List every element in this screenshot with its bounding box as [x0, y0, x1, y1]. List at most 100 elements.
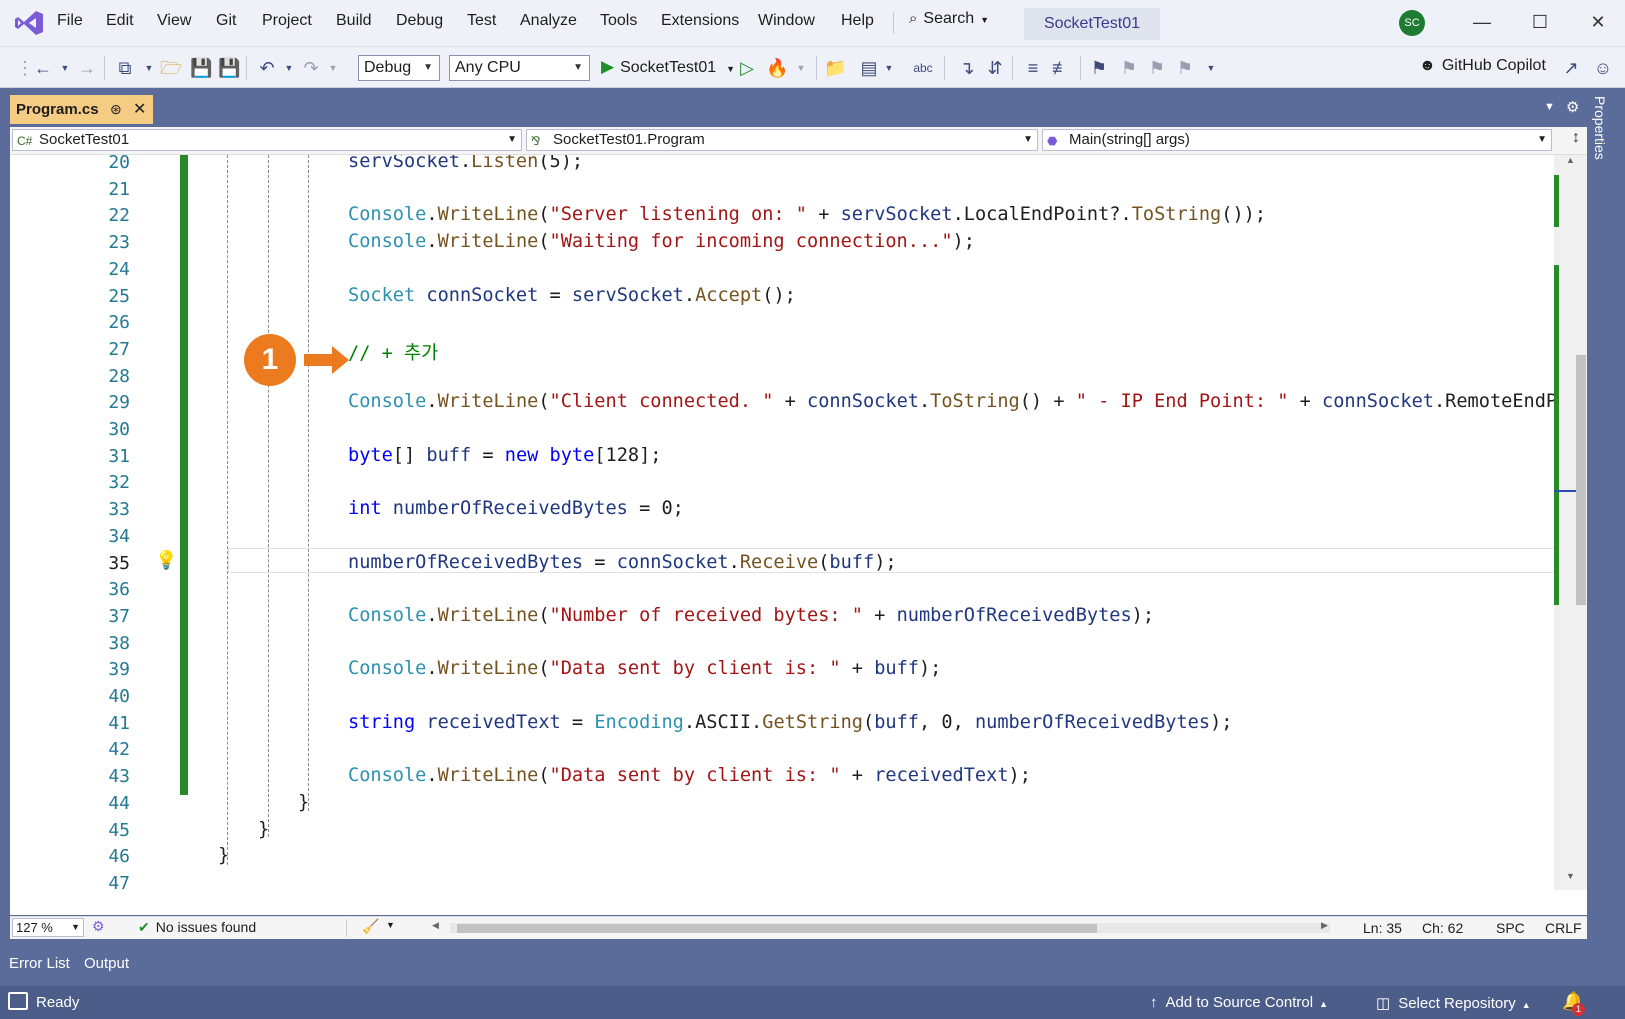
navigate-back-icon[interactable]: ←	[32, 57, 54, 79]
horizontal-scroll-thumb[interactable]	[457, 924, 1097, 933]
menu-build[interactable]: Build	[336, 12, 372, 30]
step-into-icon[interactable]: ↴	[956, 57, 978, 79]
tab-error-list[interactable]: Error List	[9, 955, 70, 972]
line-number: 22	[108, 205, 130, 227]
class-dropdown-value: SocketTest01.Program	[553, 131, 705, 148]
tab-program-cs[interactable]: Program.cs ⊛ ✕	[10, 95, 153, 124]
tab-output[interactable]: Output	[84, 955, 129, 972]
menu-git[interactable]: Git	[216, 12, 236, 30]
hot-reload-icon[interactable]: 🔥	[766, 57, 788, 79]
menu-file[interactable]: File	[57, 12, 83, 30]
menu-test[interactable]: Test	[467, 12, 496, 30]
close-button[interactable]: ✕	[1578, 8, 1618, 36]
issues-indicator[interactable]: ✔ No issues found	[138, 919, 256, 936]
menu-edit[interactable]: Edit	[106, 12, 134, 30]
clear-bookmarks-icon[interactable]: ⚑	[1174, 57, 1196, 79]
previous-bookmark-icon[interactable]: ⚑	[1118, 57, 1140, 79]
line-number: 36	[108, 579, 130, 601]
zoom-select[interactable]: 127 % ▼	[12, 918, 84, 937]
solution-explorer-icon[interactable]: 📁	[824, 57, 846, 79]
bookmark-icon[interactable]: ⚑	[1088, 57, 1110, 79]
spell-check-icon[interactable]: abc	[912, 57, 934, 79]
output-window-icon[interactable]	[8, 992, 28, 1010]
chevron-down-icon[interactable]: ▼	[138, 57, 160, 79]
next-bookmark-icon[interactable]: ⚑	[1146, 57, 1168, 79]
line-indicator[interactable]: Ln: 35	[1363, 920, 1402, 936]
split-editor-icon[interactable]: ↕	[1572, 129, 1580, 147]
chevron-down-icon: ▼	[726, 64, 736, 74]
github-copilot-button[interactable]: ☻ GitHub Copilot	[1419, 57, 1546, 75]
scroll-down-icon[interactable]: ▼	[1566, 871, 1575, 881]
indent-guide	[308, 155, 309, 811]
repository-label: Select Repository	[1398, 995, 1516, 1012]
project-dropdown[interactable]: C# SocketTest01 ▼	[12, 129, 522, 151]
repository-icon: ◫	[1376, 995, 1391, 1012]
title-bar: File Edit View Git Project Build Debug T…	[0, 0, 1625, 47]
source-control-label: Add to Source Control	[1165, 994, 1314, 1011]
save-all-icon[interactable]: 💾	[218, 57, 240, 79]
vertical-scroll-thumb[interactable]	[1576, 355, 1586, 605]
menu-help[interactable]: Help	[841, 12, 874, 30]
chevron-down-icon[interactable]: ▼	[1200, 57, 1222, 79]
member-dropdown[interactable]: ⬣ Main(string[] args) ▼	[1042, 129, 1552, 151]
scroll-up-icon[interactable]: ▲	[1566, 155, 1575, 165]
compare-icon[interactable]: ⇵	[984, 57, 1006, 79]
platform-select[interactable]: Any CPU ▼	[449, 55, 590, 81]
add-to-source-control-button[interactable]: ↑ Add to Source Control ▲	[1150, 994, 1328, 1011]
new-project-icon[interactable]: ⧉	[114, 57, 136, 79]
select-repository-button[interactable]: ◫ Select Repository ▲	[1376, 994, 1531, 1012]
comment-lines-icon[interactable]: ≡	[1022, 57, 1044, 79]
menu-extensions[interactable]: Extensions	[661, 12, 739, 30]
start-without-debugging-icon[interactable]: ▷	[736, 57, 758, 79]
chevron-down-icon[interactable]: ▼	[54, 57, 76, 79]
intellicode-icon[interactable]: ⚙	[92, 918, 105, 935]
maximize-button[interactable]: ☐	[1520, 8, 1560, 36]
code-editor[interactable]: 20 21 22 23 24 25 26 27 28 29 30 31 32 33 34 35 36 37 38 39…	[10, 155, 1587, 915]
open-folder-icon[interactable]: 🗁	[160, 57, 182, 79]
code-line: string receivedText = Encoding.ASCII.Get…	[348, 711, 1233, 733]
scroll-left-icon[interactable]: ◀	[432, 920, 439, 931]
char-indicator[interactable]: Ch: 62	[1422, 920, 1463, 936]
chevron-down-icon[interactable]: ▼	[790, 57, 812, 79]
properties-tab[interactable]: Properties	[1592, 96, 1608, 160]
annotation-badge: 1	[244, 334, 296, 386]
tab-list-dropdown-icon[interactable]: ▼	[1544, 101, 1555, 113]
chevron-down-icon[interactable]: ▼	[386, 920, 395, 930]
scroll-right-icon[interactable]: ▶	[1321, 920, 1328, 931]
toolbar-separator	[104, 56, 105, 80]
menu-debug[interactable]: Debug	[396, 12, 443, 30]
undo-icon[interactable]: ↶	[256, 57, 278, 79]
uncomment-lines-icon[interactable]: ≢	[1050, 57, 1072, 79]
search-button[interactable]: ⌕ Search ▼	[909, 10, 989, 34]
redo-icon[interactable]: ↷	[300, 57, 322, 79]
save-icon[interactable]: 💾	[190, 57, 212, 79]
toolbar-separator	[944, 56, 945, 80]
menu-analyze[interactable]: Analyze	[520, 12, 577, 30]
line-ending-indicator[interactable]: CRLF	[1545, 920, 1582, 936]
avatar[interactable]: SC	[1399, 10, 1425, 36]
pin-icon[interactable]: ⊛	[110, 95, 122, 124]
menu-tools[interactable]: Tools	[600, 12, 637, 30]
status-text: Ready	[36, 994, 80, 1011]
code-line: Console.WriteLine("Number of received by…	[348, 604, 1155, 626]
menu-window[interactable]: Window	[758, 12, 815, 30]
configuration-select[interactable]: Debug ▼	[358, 55, 440, 81]
play-icon: ▶	[601, 57, 615, 76]
minimize-button[interactable]: —	[1462, 8, 1502, 36]
start-debugging-button[interactable]: ▶ SocketTest01 ▼	[601, 57, 735, 77]
gear-icon[interactable]: ⚙	[1566, 98, 1579, 116]
menu-view[interactable]: View	[157, 12, 191, 30]
menu-project[interactable]: Project	[262, 12, 312, 30]
share-icon[interactable]: ↗	[1560, 57, 1582, 79]
code-cleanup-icon[interactable]: 🧹	[362, 918, 379, 935]
window-layout-icon[interactable]: ▤	[858, 57, 880, 79]
chevron-down-icon[interactable]: ▼	[322, 57, 344, 79]
class-dropdown[interactable]: ⅋ SocketTest01.Program ▼	[526, 129, 1038, 151]
chevron-down-icon[interactable]: ▼	[278, 57, 300, 79]
chevron-down-icon[interactable]: ▼	[878, 57, 900, 79]
lightbulb-icon[interactable]: 💡	[155, 550, 177, 571]
whitespace-indicator[interactable]: SPC	[1496, 920, 1525, 936]
feedback-icon[interactable]: ☺	[1592, 57, 1614, 79]
navigate-forward-icon[interactable]: →	[76, 57, 98, 79]
close-tab-icon[interactable]: ✕	[133, 95, 146, 124]
